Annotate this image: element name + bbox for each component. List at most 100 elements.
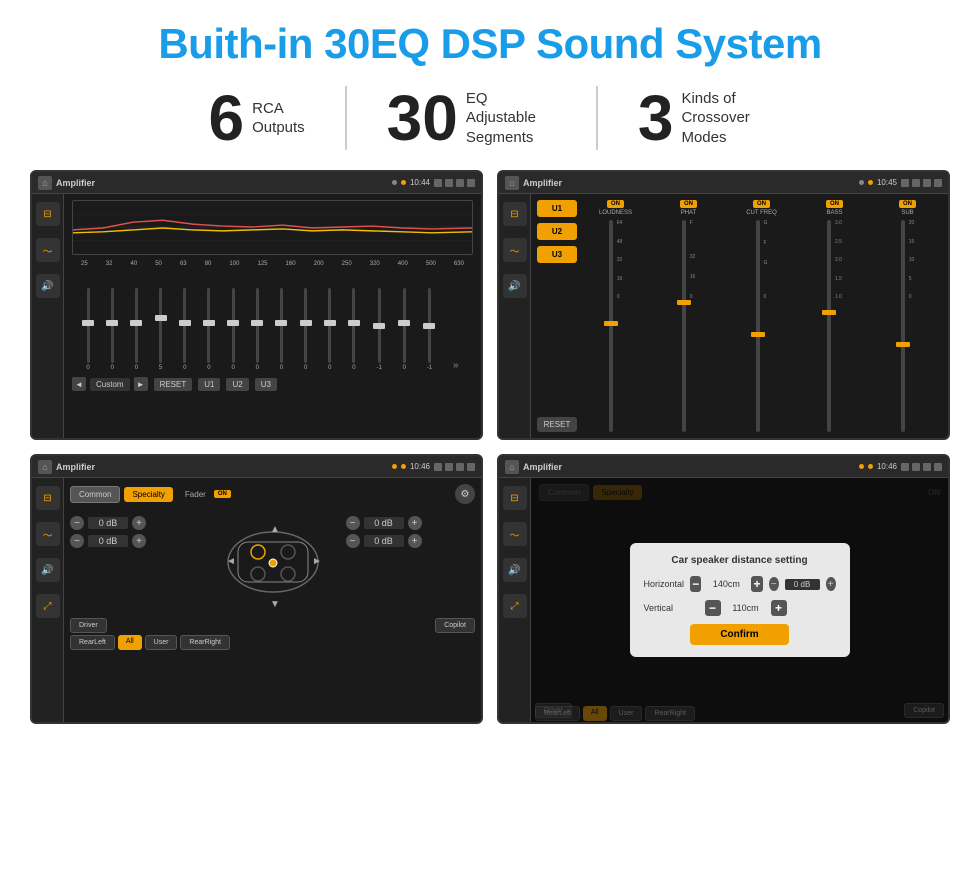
fader-minus-1[interactable]: − bbox=[70, 516, 84, 530]
fader-on-btn[interactable]: ON bbox=[214, 490, 231, 498]
cutfreq-slider[interactable] bbox=[756, 220, 760, 432]
eq-track-12[interactable] bbox=[378, 288, 381, 363]
eq-track-2[interactable] bbox=[135, 288, 138, 363]
fader-minus-2[interactable]: − bbox=[70, 534, 84, 548]
eq-thumb-12[interactable] bbox=[373, 323, 385, 329]
fader-plus-3[interactable]: + bbox=[408, 516, 422, 530]
dialog-speaker-btn[interactable]: 🔊 bbox=[503, 558, 527, 582]
eq-more-icon[interactable]: » bbox=[453, 360, 459, 371]
dialog-arrows-btn[interactable]: ⤢ bbox=[503, 594, 527, 618]
crossover-u1-btn[interactable]: U1 bbox=[537, 200, 577, 217]
home-icon-2[interactable] bbox=[505, 176, 519, 190]
eq-thumb-2[interactable] bbox=[130, 320, 142, 326]
home-icon-3[interactable] bbox=[38, 460, 52, 474]
fader-user-btn[interactable]: User bbox=[145, 635, 178, 650]
fader-settings-icon[interactable]: ⚙ bbox=[455, 484, 475, 504]
dialog-extra-minus-1[interactable]: − bbox=[769, 577, 779, 591]
eq-track-10[interactable] bbox=[328, 288, 331, 363]
home-icon-4[interactable] bbox=[505, 460, 519, 474]
eq-thumb-6[interactable] bbox=[227, 320, 239, 326]
fader-specialty-btn[interactable]: Specialty bbox=[124, 487, 172, 502]
eq-u3-btn[interactable]: U3 bbox=[255, 378, 277, 391]
eq-track-0[interactable] bbox=[87, 288, 90, 363]
eq-reset-btn[interactable]: RESET bbox=[154, 378, 193, 391]
eq-track-9[interactable] bbox=[304, 288, 307, 363]
eq-thumb-1[interactable] bbox=[106, 320, 118, 326]
fader-plus-2[interactable]: + bbox=[132, 534, 146, 548]
dialog-sliders-btn[interactable]: ⊟ bbox=[503, 486, 527, 510]
fader-common-btn[interactable]: Common bbox=[70, 486, 120, 503]
eq-thumb-5[interactable] bbox=[203, 320, 215, 326]
crossover-u2-btn[interactable]: U2 bbox=[537, 223, 577, 240]
eq-track-4[interactable] bbox=[183, 288, 186, 363]
bass-slider[interactable] bbox=[827, 220, 831, 432]
eq-track-8[interactable] bbox=[280, 288, 283, 363]
eq-thumb-7[interactable] bbox=[251, 320, 263, 326]
eq-u1-btn[interactable]: U1 bbox=[198, 378, 220, 391]
dialog-extra-plus-1[interactable]: + bbox=[826, 577, 836, 591]
eq-track-7[interactable] bbox=[256, 288, 259, 363]
eq-thumb-10[interactable] bbox=[324, 320, 336, 326]
dialog-wave-btn[interactable]: 〜 bbox=[503, 522, 527, 546]
fader-arrows-btn[interactable]: ⤢ bbox=[36, 594, 60, 618]
channel-on-sub[interactable]: ON bbox=[899, 200, 916, 208]
eq-thumb-14[interactable] bbox=[423, 323, 435, 329]
fader-plus-4[interactable]: + bbox=[408, 534, 422, 548]
dialog-vertical-plus[interactable]: + bbox=[771, 600, 787, 616]
loudness-thumb[interactable] bbox=[604, 321, 618, 326]
eq-thumb-3[interactable] bbox=[155, 315, 167, 321]
fader-driver-btn[interactable]: Driver bbox=[70, 618, 107, 633]
channel-on-bass[interactable]: ON bbox=[826, 200, 843, 208]
fader-rearleft-btn[interactable]: RearLeft bbox=[70, 635, 115, 650]
channel-on-cutfreq[interactable]: ON bbox=[753, 200, 770, 208]
cutfreq-thumb[interactable] bbox=[751, 332, 765, 337]
stat-rca-number: 6 bbox=[209, 86, 245, 150]
eq-thumb-4[interactable] bbox=[179, 320, 191, 326]
eq-u2-btn[interactable]: U2 bbox=[226, 378, 248, 391]
eq-thumb-0[interactable] bbox=[82, 320, 94, 326]
eq-thumb-11[interactable] bbox=[348, 320, 360, 326]
eq-track-13[interactable] bbox=[403, 288, 406, 363]
fader-plus-1[interactable]: + bbox=[132, 516, 146, 530]
crossover-wave-btn[interactable]: 〜 bbox=[503, 238, 527, 262]
fader-copilot-btn[interactable]: Copilot bbox=[435, 618, 475, 633]
fader-rearright-btn[interactable]: RearRight bbox=[180, 635, 230, 650]
eq-track-1[interactable] bbox=[111, 288, 114, 363]
fader-all-btn[interactable]: All bbox=[118, 635, 142, 650]
fader-sliders-btn[interactable]: ⊟ bbox=[36, 486, 60, 510]
fader-minus-3[interactable]: − bbox=[346, 516, 360, 530]
fader-wave-btn[interactable]: 〜 bbox=[36, 522, 60, 546]
phat-thumb[interactable] bbox=[677, 300, 691, 305]
fader-minus-4[interactable]: − bbox=[346, 534, 360, 548]
crossover-reset-btn[interactable]: RESET bbox=[537, 417, 577, 432]
eq-track-5[interactable] bbox=[207, 288, 210, 363]
eq-next-btn[interactable]: ► bbox=[134, 377, 148, 391]
dialog-horizontal-minus[interactable]: − bbox=[690, 576, 701, 592]
confirm-button[interactable]: Confirm bbox=[690, 624, 788, 645]
fader-speaker-btn[interactable]: 🔊 bbox=[36, 558, 60, 582]
eq-sliders-btn[interactable]: ⊟ bbox=[36, 202, 60, 226]
channel-on-phat[interactable]: ON bbox=[680, 200, 697, 208]
phat-slider[interactable] bbox=[682, 220, 686, 432]
loudness-slider[interactable] bbox=[609, 220, 613, 432]
eq-track-3[interactable] bbox=[159, 288, 162, 363]
sub-slider[interactable] bbox=[901, 220, 905, 432]
eq-thumb-8[interactable] bbox=[275, 320, 287, 326]
home-icon[interactable] bbox=[38, 176, 52, 190]
eq-track-6[interactable] bbox=[232, 288, 235, 363]
eq-track-11[interactable] bbox=[352, 288, 355, 363]
crossover-u3-btn[interactable]: U3 bbox=[537, 246, 577, 263]
eq-thumb-9[interactable] bbox=[300, 320, 312, 326]
eq-thumb-13[interactable] bbox=[398, 320, 410, 326]
dialog-horizontal-plus[interactable]: + bbox=[751, 576, 762, 592]
channel-on-loudness[interactable]: ON bbox=[607, 200, 624, 208]
crossover-sliders-btn[interactable]: ⊟ bbox=[503, 202, 527, 226]
sub-thumb[interactable] bbox=[896, 342, 910, 347]
crossover-speaker-btn[interactable]: 🔊 bbox=[503, 274, 527, 298]
eq-track-14[interactable] bbox=[428, 288, 431, 363]
dialog-vertical-minus[interactable]: − bbox=[705, 600, 721, 616]
eq-prev-btn[interactable]: ◄ bbox=[72, 377, 86, 391]
eq-speaker-btn[interactable]: 🔊 bbox=[36, 274, 60, 298]
eq-wave-btn[interactable]: 〜 bbox=[36, 238, 60, 262]
bass-thumb[interactable] bbox=[822, 310, 836, 315]
